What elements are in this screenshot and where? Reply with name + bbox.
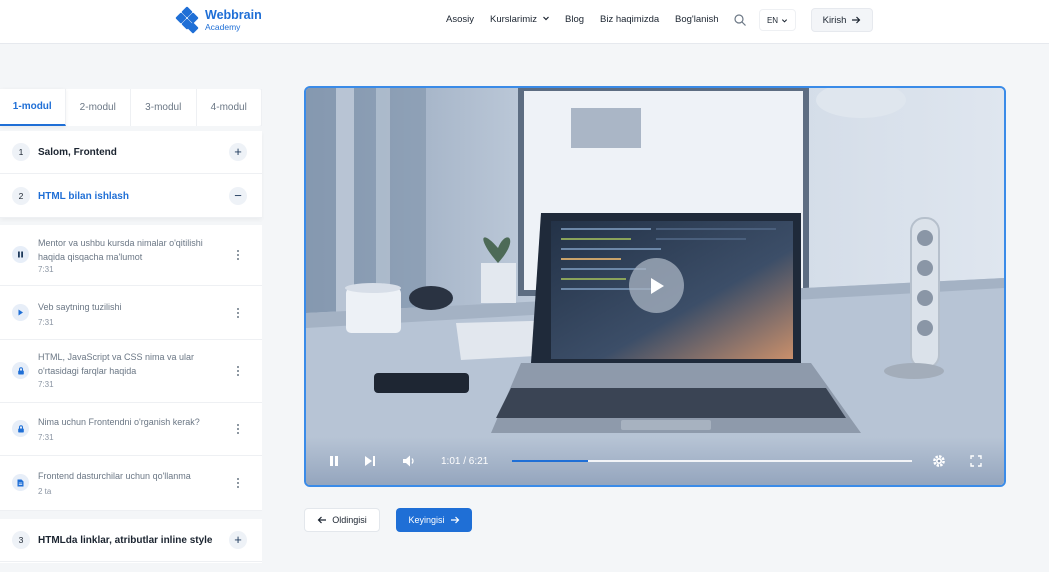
pause-icon: [12, 246, 29, 263]
progress-fill: [512, 460, 588, 462]
time-display: 1:01 / 6:21: [441, 456, 489, 467]
chevron-down-icon: [782, 18, 788, 23]
progress-bar[interactable]: [512, 460, 912, 462]
pause-icon[interactable]: [328, 455, 340, 467]
arrow-left-icon: [317, 516, 327, 524]
nav-item-blog[interactable]: Blog: [565, 14, 584, 25]
login-label: Kirish: [822, 14, 847, 26]
lesson-duration: 7:31: [38, 380, 54, 389]
section-row-1[interactable]: 1 Salom, Frontend +: [0, 131, 262, 174]
lesson-duration: 7:31: [38, 318, 54, 327]
brand-sub: Academy: [205, 22, 241, 32]
nav-item-kurslarimiz-label: Kurslarimiz: [490, 14, 537, 25]
settings-icon[interactable]: [932, 454, 946, 468]
tab-modul-1[interactable]: 1-modul: [0, 89, 66, 126]
previous-button[interactable]: Oldingisi: [304, 508, 380, 532]
nav-item-boglanish[interactable]: Bog'lanish: [675, 14, 719, 25]
volume-icon[interactable]: [402, 454, 416, 468]
lesson-duration: 7:31: [38, 433, 54, 442]
list-item[interactable]: Frontend dasturchilar uchun qo'llanma 2 …: [0, 457, 262, 511]
section-title: Salom, Frontend: [38, 146, 117, 158]
play-button[interactable]: [629, 258, 684, 313]
list-item[interactable]: Nima uchun Frontendni o'rganish kerak? 7…: [0, 404, 262, 456]
tab-modul-2[interactable]: 2-modul: [66, 89, 131, 126]
tab-modul-3[interactable]: 3-modul: [131, 89, 197, 126]
search-icon[interactable]: [733, 13, 747, 27]
play-icon: [12, 304, 29, 321]
nav-item-biz-haqimizda[interactable]: Biz haqimizda: [600, 14, 659, 25]
lock-icon: [12, 362, 29, 379]
login-button[interactable]: Kirish: [811, 8, 873, 32]
lesson-title: Nima uchun Frontendni o'rganish kerak?: [38, 417, 200, 427]
language-select[interactable]: EN: [759, 9, 796, 31]
document-icon: [12, 474, 29, 491]
previous-label: Oldingisi: [332, 515, 367, 525]
more-vertical-icon[interactable]: [234, 308, 242, 320]
skip-next-icon[interactable]: [364, 455, 376, 467]
next-button[interactable]: Keyingisi: [396, 508, 472, 532]
chevron-down-icon: [542, 16, 549, 21]
plus-icon[interactable]: +: [229, 143, 247, 161]
list-item[interactable]: Veb saytning tuzilishi 7:31: [0, 287, 262, 340]
more-vertical-icon[interactable]: [234, 250, 242, 262]
logo[interactable]: Webbrain Academy: [174, 6, 262, 34]
section-number: 3: [12, 531, 30, 549]
sections-panel: 1 Salom, Frontend + 2 HTML bilan ishlash…: [0, 131, 262, 218]
tab-modul-4[interactable]: 4-modul: [197, 89, 262, 126]
nav-item-kurslarimiz[interactable]: Kurslarimiz: [490, 14, 550, 25]
section-number: 2: [12, 187, 30, 205]
fullscreen-icon[interactable]: [970, 455, 982, 467]
lock-icon: [12, 420, 29, 437]
lessons-list: Mentor va ushbu kursda nimalar o'qitilis…: [0, 225, 262, 511]
more-vertical-icon[interactable]: [234, 478, 242, 490]
section-title: HTMLda linklar, atributlar inline style: [38, 534, 213, 546]
section-title: HTML bilan ishlash: [38, 190, 129, 202]
arrow-right-icon: [450, 516, 459, 524]
sections-panel-bottom: 3 HTMLda linklar, atributlar inline styl…: [0, 519, 262, 563]
minus-icon[interactable]: −: [229, 187, 247, 205]
more-vertical-icon[interactable]: [234, 424, 242, 436]
lesson-meta: 2 ta: [38, 487, 52, 496]
lesson-title: Mentor va ushbu kursda nimalar o'qitilis…: [38, 238, 203, 262]
more-vertical-icon[interactable]: [234, 366, 242, 378]
lesson-title: Veb saytning tuzilishi: [38, 302, 122, 312]
site-header: Webbrain Academy Asosiy Kurslarimiz Blog…: [0, 0, 1049, 44]
section-number: 1: [12, 143, 30, 161]
lesson-duration: 7:31: [38, 265, 54, 274]
player-controls: 1:01 / 6:21: [306, 437, 1004, 485]
module-tabs: 1-modul 2-modul 3-modul 4-modul: [0, 89, 262, 126]
nav-item-asosiy[interactable]: Asosiy: [446, 14, 474, 25]
next-label: Keyingisi: [408, 515, 445, 525]
plus-icon[interactable]: +: [229, 531, 247, 549]
lesson-title: HTML, JavaScript va CSS nima va ular o'r…: [38, 352, 195, 376]
logo-icon: [174, 6, 200, 34]
arrow-right-icon: [852, 16, 861, 24]
video-player[interactable]: 1:01 / 6:21: [304, 86, 1006, 487]
section-row-2[interactable]: 2 HTML bilan ishlash −: [0, 175, 262, 218]
list-item[interactable]: Mentor va ushbu kursda nimalar o'qitilis…: [0, 225, 262, 286]
lesson-title: Frontend dasturchilar uchun qo'llanma: [38, 471, 191, 481]
play-icon: [650, 277, 664, 294]
brand-name: Webbrain: [205, 7, 262, 22]
language-label: EN: [766, 15, 779, 25]
list-item[interactable]: HTML, JavaScript va CSS nima va ular o'r…: [0, 341, 262, 403]
section-row-3[interactable]: 3 HTMLda linklar, atributlar inline styl…: [0, 519, 262, 562]
